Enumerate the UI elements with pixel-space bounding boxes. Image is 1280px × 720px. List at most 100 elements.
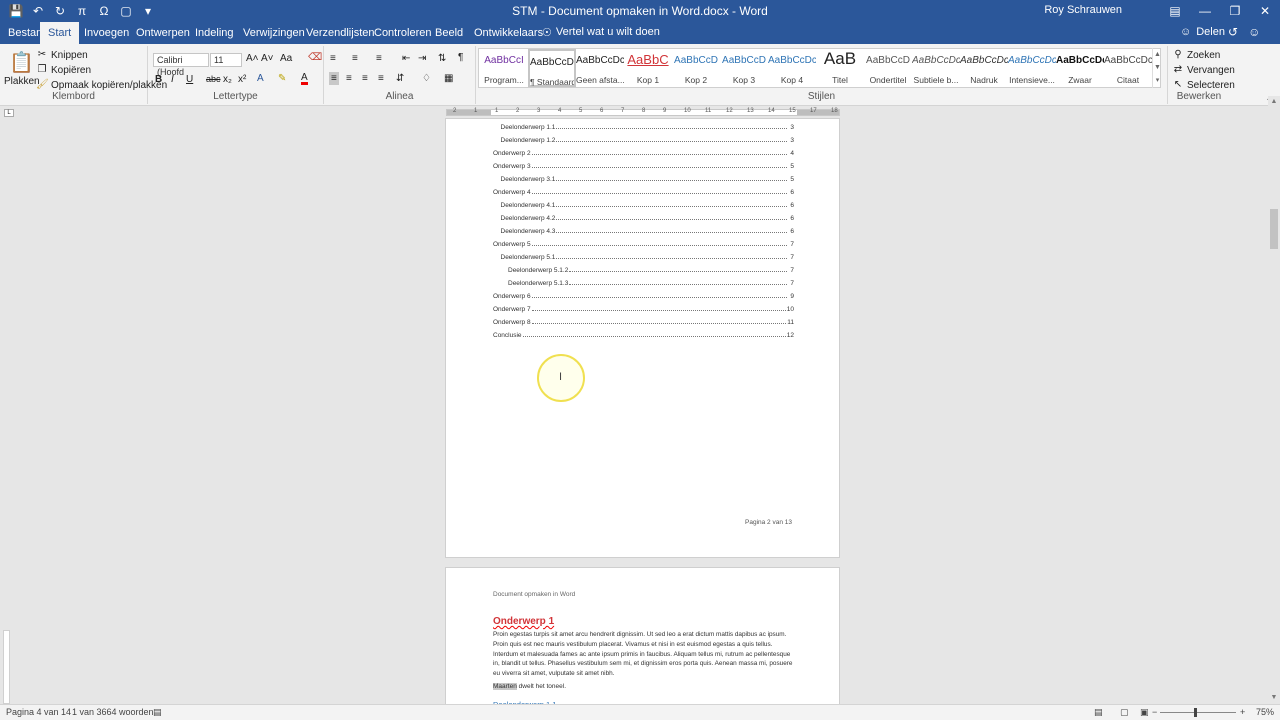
strikethrough-button[interactable]: abc <box>206 74 221 84</box>
zoom-out-icon[interactable]: − <box>1152 707 1157 717</box>
highlight-icon[interactable]: ✎ <box>278 73 286 84</box>
style-item[interactable]: AaBbCcDc Nadruk <box>960 49 1008 87</box>
ribbon-display-icon[interactable]: ▤ <box>1160 0 1190 22</box>
smiley-icon[interactable]: ☺ <box>1248 25 1260 39</box>
clear-formatting-icon[interactable]: ⌫ <box>308 52 322 63</box>
line-spacing-icon[interactable]: ⇵ <box>396 73 404 84</box>
toc-entry[interactable]: Deelonderwerp 1.1 3 <box>501 119 795 131</box>
style-item[interactable]: AaBbCcD Ondertitel <box>864 49 912 87</box>
zoom-in-icon[interactable]: + <box>1240 707 1245 717</box>
multilevel-list-icon[interactable]: ≡ <box>376 53 382 64</box>
align-right-icon[interactable]: ≡ <box>362 73 368 84</box>
increase-indent-icon[interactable]: ⇥ <box>418 53 426 64</box>
zoom-slider-thumb[interactable] <box>1194 708 1197 717</box>
highlighted-word[interactable]: Maarten <box>493 683 517 690</box>
shrink-font-icon[interactable]: A˅ <box>261 53 274 64</box>
minimize-icon[interactable]: — <box>1190 0 1220 22</box>
history-icon[interactable]: ↺ <box>1228 25 1238 39</box>
style-item[interactable]: AaBbCcI Program... <box>480 49 528 87</box>
subscript-button[interactable]: x₂ <box>223 74 232 85</box>
zoom-slider[interactable] <box>1160 712 1236 713</box>
horizontal-ruler[interactable]: 2 1 1 2 3 4 5 6 7 8 9 10 11 12 13 14 15 17 18 <box>446 108 840 116</box>
tab-indeling[interactable]: Indeling <box>187 22 242 44</box>
restore-icon[interactable]: ❐ <box>1220 0 1250 22</box>
sentence-line[interactable]: Maarten dwelt het toneel. <box>493 683 566 690</box>
toc-entry[interactable]: Conclusie 12 <box>493 327 794 339</box>
style-item[interactable]: AaBbCcDc Subtiele b... <box>912 49 960 87</box>
body-paragraph[interactable]: Proin egestas turpis sit amet arcu hendr… <box>493 630 793 679</box>
superscript-button[interactable]: x² <box>238 74 246 85</box>
tab-selector[interactable]: L <box>4 109 14 117</box>
word-count[interactable]: 1 van 3664 woorden <box>72 707 154 717</box>
text-effects-icon[interactable]: A <box>257 73 264 84</box>
toc-entry[interactable]: Deelonderwerp 4.1 6 <box>501 197 795 209</box>
style-item[interactable]: AaBbCcD Kop 3 <box>720 49 768 87</box>
toc-entry[interactable]: Deelonderwerp 3.1 5 <box>501 171 795 183</box>
style-item[interactable]: AaBbC Kop 1 <box>624 49 672 87</box>
grow-font-icon[interactable]: A˄ <box>246 53 259 64</box>
page-count[interactable]: Pagina 4 van 14 <box>6 707 71 717</box>
tab-beeld[interactable]: Beeld <box>427 22 471 44</box>
toc-entry[interactable]: Deelonderwerp 5.1.2 7 <box>508 262 794 274</box>
tell-me-box[interactable]: ☉ Vertel wat u wilt doen <box>542 26 660 39</box>
vertical-ruler[interactable] <box>3 630 10 704</box>
toc-entry[interactable]: Deelonderwerp 5.1.3 7 <box>508 275 794 287</box>
copy-button[interactable]: ❐ Kopiëren <box>36 64 92 76</box>
style-item[interactable]: AaB Titel <box>816 49 864 87</box>
tab-ontwikkelaars[interactable]: Ontwikkelaars <box>466 22 551 44</box>
user-name[interactable]: Roy Schrauwen <box>1044 4 1122 16</box>
toc-entry[interactable]: Deelonderwerp 1.2 3 <box>501 132 795 144</box>
read-mode-icon[interactable]: ▤ <box>1094 707 1103 718</box>
toc-entry[interactable]: Onderwerp 4 6 <box>493 184 794 196</box>
zoom-level[interactable]: 75% <box>1256 707 1274 717</box>
pilcrow-icon[interactable]: ¶ <box>458 52 463 63</box>
font-name-combo[interactable]: Calibri (Hoofd <box>153 53 209 77</box>
select-button[interactable]: ↖ Selecteren <box>1172 79 1235 91</box>
heading-1[interactable]: Onderwerp 1 <box>493 616 554 627</box>
font-size-combo[interactable]: 11 <box>210 53 242 67</box>
style-item[interactable]: AaBbCcDc Intensieve... <box>1008 49 1056 87</box>
sort-icon[interactable]: ⇅ <box>438 53 446 64</box>
toc-entry[interactable]: Onderwerp 8 11 <box>493 314 794 326</box>
style-item[interactable]: AaBbCcD Kop 2 <box>672 49 720 87</box>
toc-entry[interactable]: Onderwerp 3 5 <box>493 158 794 170</box>
underline-button[interactable]: U <box>186 74 193 85</box>
replace-button[interactable]: ⇄ Vervangen <box>1172 64 1235 76</box>
scroll-up-icon[interactable]: ▲ <box>1268 96 1280 108</box>
bold-button[interactable]: B <box>155 74 162 85</box>
align-left-icon[interactable]: ≡ <box>329 72 339 85</box>
justify-icon[interactable]: ≡ <box>378 73 384 84</box>
find-button[interactable]: ⚲ Zoeken <box>1172 49 1220 61</box>
style-item[interactable]: AaBbCcDc Geen afsta... <box>576 49 624 87</box>
bullets-icon[interactable]: ≡ <box>330 53 336 64</box>
share-button[interactable]: ☺ Delen <box>1180 26 1225 38</box>
toc-entry[interactable]: Deelonderwerp 4.3 6 <box>501 223 795 235</box>
scroll-down-icon[interactable]: ▼ <box>1268 692 1280 704</box>
document-page-content[interactable]: Document opmaken in Word Onderwerp 1 Pro… <box>445 567 840 709</box>
font-color-icon[interactable]: A <box>301 73 308 85</box>
proofing-icon[interactable]: ▤ <box>153 707 162 718</box>
shading-icon[interactable]: ♢ <box>422 73 431 84</box>
tab-start[interactable]: Start <box>40 22 80 44</box>
decrease-indent-icon[interactable]: ⇤ <box>402 53 410 64</box>
gallery-scroll[interactable]: ▲ ▼ ▾ <box>1152 48 1162 88</box>
print-layout-icon[interactable]: ▢ <box>1120 707 1129 718</box>
style-item[interactable]: AaBbCcDc Zwaar <box>1056 49 1104 87</box>
style-item[interactable]: AaBbCcDc ¶ Standaard <box>528 49 576 87</box>
vertical-scrollbar[interactable]: ▲ ▼ <box>1268 96 1280 704</box>
close-icon[interactable]: ✕ <box>1250 0 1280 22</box>
toc-entry[interactable]: Deelonderwerp 5.1 7 <box>501 249 795 261</box>
italic-button[interactable]: I <box>171 74 174 85</box>
style-item[interactable]: AaBbCcDc Citaat <box>1104 49 1152 87</box>
toc-entry[interactable]: Onderwerp 2 4 <box>493 145 794 157</box>
paste-button[interactable]: 📋 Plakken <box>4 50 40 87</box>
style-item[interactable]: AaBbCcDc Kop 4 <box>768 49 816 87</box>
numbering-icon[interactable]: ≡ <box>352 53 358 64</box>
toc-entry[interactable]: Deelonderwerp 4.2 6 <box>501 210 795 222</box>
toc-entry[interactable]: Onderwerp 7 10 <box>493 301 794 313</box>
cut-button[interactable]: ✂ Knippen <box>36 49 88 61</box>
toc-entry[interactable]: Onderwerp 5 7 <box>493 236 794 248</box>
borders-icon[interactable]: ▦ <box>444 73 453 84</box>
web-layout-icon[interactable]: ▣ <box>1140 707 1149 718</box>
scroll-thumb[interactable] <box>1270 209 1278 249</box>
